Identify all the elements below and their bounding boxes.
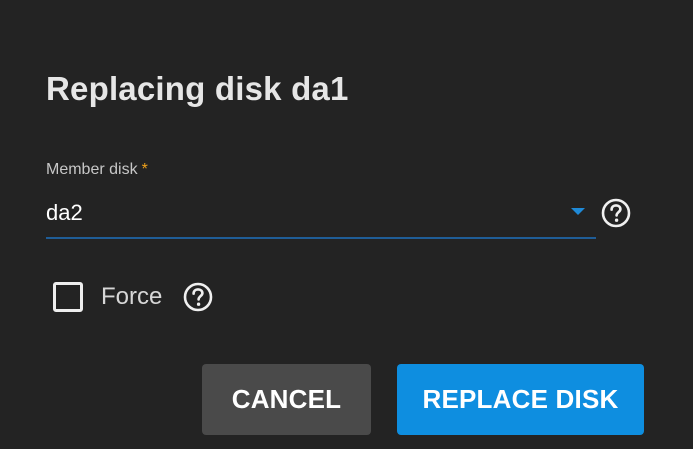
help-icon[interactable] (600, 197, 632, 229)
dialog-title: Replacing disk da1 (46, 70, 349, 107)
replace-disk-dialog: Replacing disk da1 Member disk * da2 Forc… (0, 0, 693, 449)
help-icon[interactable] (182, 281, 214, 313)
required-marker: * (141, 161, 148, 178)
force-checkbox[interactable] (53, 282, 83, 312)
force-label[interactable]: Force (101, 283, 162, 311)
replace-disk-button[interactable]: REPLACE DISK (397, 364, 644, 435)
member-disk-label: Member disk * (46, 161, 148, 179)
member-disk-select[interactable]: da2 (46, 193, 596, 239)
cancel-button[interactable]: CANCEL (202, 364, 371, 435)
chevron-down-icon (571, 208, 585, 215)
member-disk-label-text: Member disk (46, 161, 138, 178)
member-disk-value: da2 (46, 200, 83, 225)
